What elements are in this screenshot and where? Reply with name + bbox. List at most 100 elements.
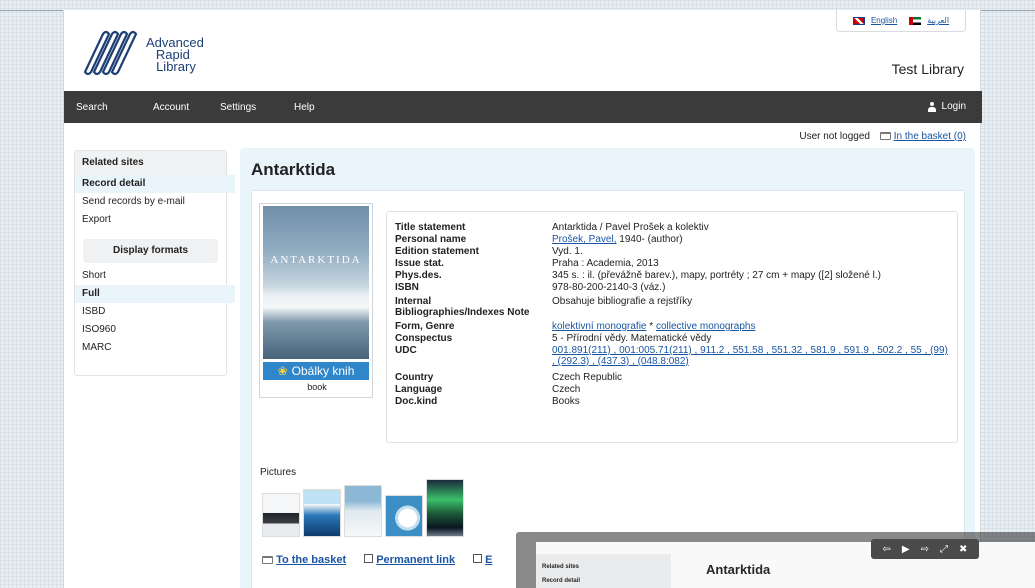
nav-search[interactable]: Search xyxy=(76,102,108,113)
play-icon[interactable]: ▶ xyxy=(902,544,910,555)
expand-icon[interactable]: ⤢ xyxy=(940,544,948,555)
field-value: 978-80-200-2140-3 (váz.) xyxy=(552,282,666,293)
permalink-icon xyxy=(364,554,374,563)
field-value: 5 - Přírodní vědy. Matematické vědy xyxy=(552,333,712,344)
image-viewer-overlay: Related sites Record detail Antarktida ⇦… xyxy=(516,532,1035,588)
field-label: Internal Bibliographies/Indexes Note xyxy=(395,296,530,318)
nav-settings[interactable]: Settings xyxy=(220,102,256,113)
field-label: Title statement xyxy=(395,222,466,233)
field-label: Personal name xyxy=(395,234,467,245)
book-cover[interactable]: ANTARKTIDA ❀ Obálky knih book xyxy=(259,203,373,398)
field-label: Form, Genre xyxy=(395,321,455,332)
field-label: UDC xyxy=(395,345,417,356)
field-value: 345 s. : il. (převážně barev.), mapy, po… xyxy=(552,270,881,281)
thumbnail-aurora[interactable] xyxy=(426,479,464,537)
close-icon[interactable]: ✖ xyxy=(959,544,967,555)
prev-arrow-icon[interactable]: ⇦ xyxy=(883,544,891,555)
sidebar-item-send-email[interactable]: Send records by e-mail xyxy=(75,193,226,211)
flower-icon: ❀ xyxy=(277,364,288,378)
sidebar-item-export[interactable]: Export xyxy=(75,211,226,229)
sidebar-item-isbd[interactable]: ISBD xyxy=(75,303,226,321)
basket-icon xyxy=(262,556,273,565)
genre-link-en[interactable]: collective monographs xyxy=(656,321,756,332)
pictures-label: Pictures xyxy=(260,467,297,478)
field-label: Country xyxy=(395,372,434,383)
field-value: Obsahuje bibliografie a rejstříky xyxy=(552,296,693,307)
record-actions: To the basket Permanent link E xyxy=(262,554,492,566)
field-value: Czech xyxy=(552,384,581,395)
thumbnail-iceberg[interactable] xyxy=(303,489,341,537)
overlay-sidebar: Related sites Record detail xyxy=(536,554,671,588)
third-action[interactable]: E xyxy=(473,554,492,566)
author-link[interactable]: Prošek, Pavel, xyxy=(552,234,616,245)
third-action-link[interactable]: E xyxy=(485,554,492,566)
sidebar-item-record-detail[interactable]: Record detail xyxy=(75,175,235,193)
arl-logo[interactable]: Advanced Rapid Library xyxy=(84,26,234,86)
sidebar-item-iso960[interactable]: ISO960 xyxy=(75,321,226,339)
record-fields: Title statement Antarktida / Pavel Proše… xyxy=(386,211,958,443)
login-label: Login xyxy=(941,101,966,112)
field-value: Vyd. 1. xyxy=(552,246,583,257)
obalky-label: Obálky knih xyxy=(291,364,355,378)
sidebar-item-marc[interactable]: MARC xyxy=(75,339,226,357)
logo-stripes-icon xyxy=(84,30,138,76)
basket-link-wrap[interactable]: In the basket (0) xyxy=(879,131,966,142)
nav-account[interactable]: Account xyxy=(153,102,189,113)
field-value: Books xyxy=(552,396,580,407)
field-value: Prošek, Pavel, 1940- (author) xyxy=(552,234,952,245)
nav-help[interactable]: Help xyxy=(294,102,315,113)
basket-link[interactable]: In the basket (0) xyxy=(894,131,966,142)
field-label: Language xyxy=(395,384,443,395)
cover-caption: book xyxy=(307,382,327,392)
author-suffix: 1940- (author) xyxy=(616,234,683,245)
next-arrow-icon[interactable]: ⇨ xyxy=(921,544,929,555)
thumbnail-seal[interactable] xyxy=(344,485,382,537)
main-content: Antarktida ANTARKTIDA ❀ Obálky knih book… xyxy=(240,148,975,588)
field-label: Conspectus xyxy=(395,333,453,344)
language-switcher: English العربية xyxy=(836,10,966,32)
thumbnail-map[interactable] xyxy=(385,495,423,537)
lang-english-link[interactable]: English xyxy=(871,16,897,25)
uk-flag-icon[interactable] xyxy=(852,16,865,25)
logo-line-3: Library xyxy=(156,59,196,74)
udc-links[interactable]: 001.891(211) , 001:005.71(211) , 911.2 ,… xyxy=(552,345,952,367)
logo-text: Advanced Rapid Library xyxy=(146,36,204,74)
overlay-side-label-2: Record detail xyxy=(542,578,581,584)
overlay-controls: ⇦ ▶ ⇨ ⤢ ✖ xyxy=(871,539,979,559)
thumbnail-penguins[interactable] xyxy=(262,493,300,537)
permalink-action[interactable]: Permanent link xyxy=(364,554,455,566)
genre-separator: * xyxy=(646,321,656,332)
page-container: Advanced Rapid Library English العربية T… xyxy=(63,10,982,588)
left-sidebar: Related sites Record detail Send records… xyxy=(74,150,235,376)
library-name: Test Library xyxy=(891,61,964,77)
field-value: Czech Republic xyxy=(552,372,623,383)
status-line: User not logged In the basket (0) xyxy=(799,131,966,142)
lang-arabic-link[interactable]: العربية xyxy=(927,16,949,25)
cover-title-text: ANTARKTIDA xyxy=(270,254,362,266)
field-label: Edition statement xyxy=(395,246,479,257)
record-panel: ANTARKTIDA ❀ Obálky knih book Title stat… xyxy=(251,190,965,588)
record-title: Antarktida xyxy=(251,160,336,179)
user-status: User not logged xyxy=(799,131,870,142)
main-nav: Search Account Settings Help Login xyxy=(64,91,982,123)
field-label: Phys.des. xyxy=(395,270,442,281)
permalink-link[interactable]: Permanent link xyxy=(376,554,455,566)
field-value: kolektivní monografie * collective monog… xyxy=(552,321,952,332)
user-icon xyxy=(927,101,937,112)
obalky-knih-badge[interactable]: ❀ Obálky knih xyxy=(263,362,369,380)
third-action-icon xyxy=(473,554,483,563)
field-value: Antarktida / Pavel Prošek a kolektiv xyxy=(552,222,709,233)
sidebar-item-full[interactable]: Full xyxy=(75,285,235,303)
sidebar-item-short[interactable]: Short xyxy=(75,267,226,285)
uae-flag-icon[interactable] xyxy=(909,16,922,25)
field-label: ISBN xyxy=(395,282,419,293)
picture-gallery xyxy=(262,479,464,537)
related-sites-title: Related sites xyxy=(75,151,226,175)
field-label: Issue stat. xyxy=(395,258,444,269)
login-button[interactable]: Login xyxy=(927,101,966,112)
to-basket-link[interactable]: To the basket xyxy=(276,554,346,566)
display-formats-title: Display formats xyxy=(83,239,218,263)
basket-icon xyxy=(879,132,891,141)
to-basket-action[interactable]: To the basket xyxy=(262,554,346,566)
genre-link-cz[interactable]: kolektivní monografie xyxy=(552,321,647,332)
